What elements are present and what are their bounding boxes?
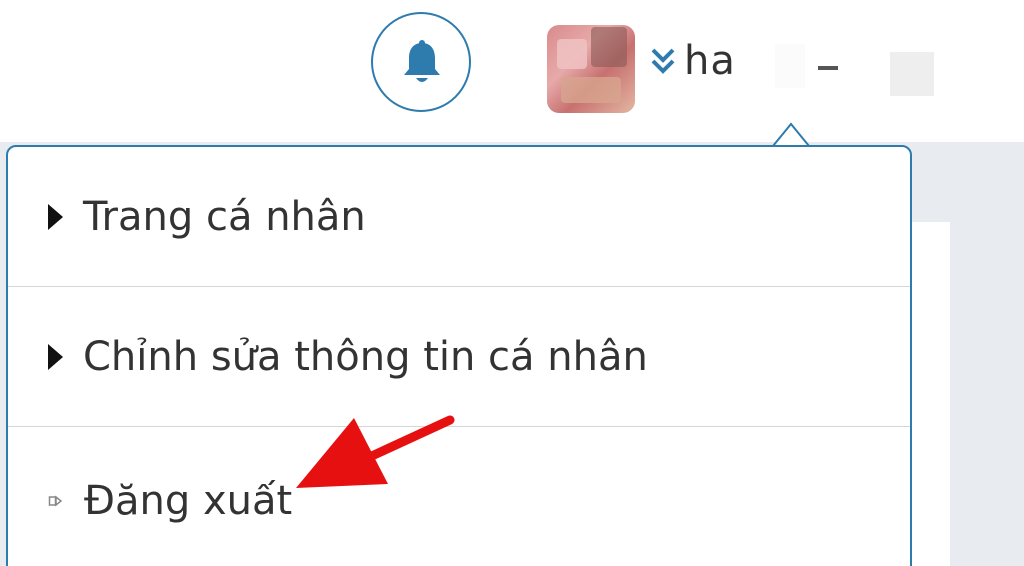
user-menu-toggle[interactable]: ha [650,34,736,88]
username: ha [684,38,736,84]
menu-item-label: Trang cá nhân [83,193,366,240]
notifications-button[interactable] [371,12,471,112]
logout-icon [48,495,63,507]
redacted-area [740,50,760,80]
red-arrow-annotation [296,415,455,488]
bell-icon [404,40,440,82]
redacted-area [890,52,934,96]
caret-right-icon [48,203,63,230]
menu-item-label: Đăng xuất [84,478,293,524]
avatar[interactable] [547,25,635,113]
redacted-area [818,66,838,70]
caret-right-icon [48,343,63,370]
menu-item-edit-profile[interactable]: Chỉnh sửa thông tin cá nhân [8,287,910,427]
menu-item-profile[interactable]: Trang cá nhân [8,147,910,287]
double-chevron-down-icon [651,48,675,74]
menu-item-label: Chỉnh sửa thông tin cá nhân [83,333,648,380]
dropdown-caret [771,122,811,147]
user-dropdown-menu: Trang cá nhân Chỉnh sửa thông tin cá nhâ… [6,145,912,566]
page: ha Trang cá nhân Chỉnh sửa thông tin cá … [0,0,1024,566]
top-header: ha [0,0,1024,142]
redacted-area [775,44,805,88]
